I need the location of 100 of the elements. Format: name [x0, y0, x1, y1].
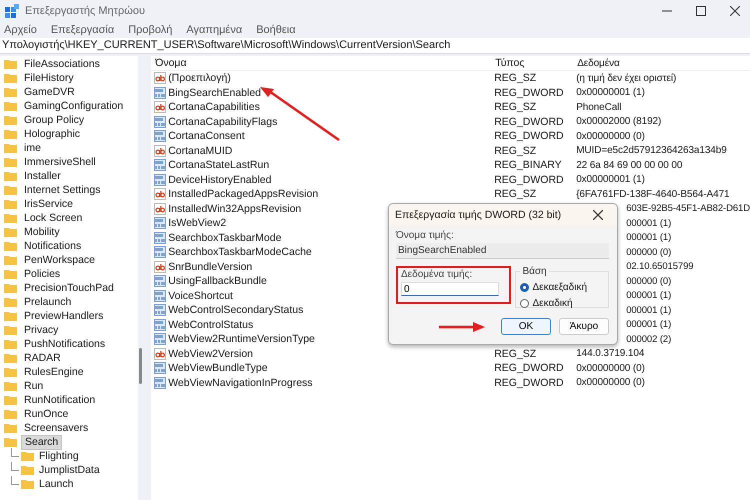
value-name[interactable]: SearchboxTaskbarModeCache: [168, 246, 312, 258]
value-name[interactable]: CortanaCapabilityFlags: [168, 116, 278, 128]
dialog-button[interactable]: OK: [501, 318, 551, 335]
value-name[interactable]: BingSearchEnabled: [168, 86, 262, 99]
address-bar[interactable]: Υπολογιστής\HKEY_CURRENT_USER\Software\Microsoft\Windows\CurrentVersion\Search: [0, 38, 750, 54]
tree-item[interactable]: RunNotification: [21, 394, 98, 406]
string-value-icon: [154, 260, 166, 273]
tree-item[interactable]: Screensavers: [21, 422, 92, 434]
value-name[interactable]: WebControlStatus: [168, 318, 254, 331]
value-name[interactable]: DeviceHistoryEnabled: [168, 174, 272, 186]
value-data: 0x00000000 (0): [576, 377, 645, 388]
tree-item[interactable]: FileHistory: [21, 72, 77, 84]
value-name[interactable]: CortanaMUID: [168, 144, 232, 157]
folder-icon: [4, 409, 17, 419]
value-name[interactable]: SearchboxTaskbarMode: [168, 232, 282, 244]
dialog-title: Επεξεργασία τιμής DWORD (32 bit): [395, 209, 562, 221]
window-title: Επεξεργαστής Μητρώου: [25, 5, 145, 17]
value-data: 22 6a 84 69 00 00 00 00: [576, 160, 682, 171]
tree-item[interactable]: Privacy: [21, 324, 62, 336]
tree-item[interactable]: Prelaunch: [21, 296, 74, 308]
value-name[interactable]: SnrBundleVersion: [168, 260, 252, 273]
binary-value-icon: [154, 333, 166, 346]
string-value-icon: [154, 202, 166, 215]
radio-option[interactable]: Δεκαδική: [520, 295, 604, 311]
close-icon[interactable]: [593, 210, 603, 220]
tree-item[interactable]: RunOnce: [21, 408, 72, 420]
value-name[interactable]: UsingFallbackBundle: [168, 275, 267, 288]
radio-label[interactable]: Δεκαδική: [532, 298, 573, 308]
menu-item[interactable]: Αγαπημένα: [186, 24, 242, 36]
value-data: 000001 (1): [626, 290, 672, 302]
tree-item[interactable]: PreviewHandlers: [21, 310, 106, 322]
tree-item[interactable]: JumplistData: [36, 464, 103, 476]
tree-item[interactable]: Launch: [36, 478, 76, 490]
menu-item[interactable]: Βοήθεια: [256, 24, 296, 36]
value-name[interactable]: CortanaStateLastRun: [168, 159, 270, 172]
tree-item[interactable]: ime: [21, 142, 44, 154]
group-label: Βάση: [521, 266, 548, 277]
value-data: 000000 (0): [626, 276, 672, 287]
value-data: 000001 (1): [626, 319, 672, 330]
tree-item[interactable]: Lock Screen: [21, 212, 86, 224]
maximize-icon[interactable]: [696, 6, 706, 16]
value-name[interactable]: CortanaConsent: [168, 130, 245, 142]
tree-item[interactable]: GameDVR: [21, 86, 78, 98]
folder-icon: [4, 59, 17, 69]
tree-item[interactable]: GamingConfiguration: [21, 100, 126, 112]
tree-item[interactable]: PushNotifications: [21, 338, 108, 350]
tree-item[interactable]: Holographic: [21, 128, 84, 140]
tree-item[interactable]: Mobility: [21, 226, 63, 238]
value-name[interactable]: WebViewBundleType: [168, 362, 268, 374]
tree-item[interactable]: RADAR: [21, 352, 64, 364]
radio-button[interactable]: [520, 298, 530, 308]
value-name[interactable]: WebView2Version: [168, 348, 254, 360]
folder-icon: [4, 353, 17, 363]
tree-item[interactable]: ImmersiveShell: [21, 156, 99, 168]
radio-option[interactable]: Δεκαεξαδική: [520, 279, 604, 295]
tree-item[interactable]: Installer: [21, 170, 64, 182]
dialog-button[interactable]: Άκυρο: [559, 318, 609, 335]
column-header[interactable]: Όνομα: [151, 57, 496, 69]
value-name[interactable]: WebView2RuntimeVersionType: [168, 333, 315, 346]
value-data: 603E-92B5-45F1-AB82-D61D: [626, 203, 750, 214]
menu-item[interactable]: Αρχείο: [4, 24, 37, 36]
tree-item[interactable]: Run: [21, 380, 46, 392]
value-name[interactable]: VoiceShortcut: [168, 290, 233, 302]
value-name[interactable]: IsWebView2: [168, 217, 226, 230]
value-data: 144.0.3719.104: [576, 348, 644, 360]
tree-item[interactable]: Flighting: [36, 450, 82, 462]
menu-item[interactable]: Επεξεργασία: [50, 24, 114, 36]
binary-value-icon: [154, 376, 166, 389]
binary-value-icon: [154, 232, 166, 244]
tree-item[interactable]: Policies: [21, 268, 64, 280]
tree-item[interactable]: Internet Settings: [21, 184, 104, 196]
column-header[interactable]: Τύπος: [495, 57, 578, 69]
value-name[interactable]: (Προεπιλογή): [168, 72, 231, 84]
tree-item[interactable]: PenWorkspace: [21, 254, 98, 266]
tree-item[interactable]: PrecisionTouchPad: [21, 282, 117, 294]
column-header[interactable]: Δεδομένα: [577, 58, 750, 68]
radio-label[interactable]: Δεκαεξαδική: [532, 282, 588, 292]
tree-item[interactable]: Search: [21, 434, 62, 450]
value-name[interactable]: InstalledWin32AppsRevision: [168, 202, 302, 215]
value-type: REG_DWORD: [494, 376, 564, 389]
value-name[interactable]: CortanaCapabilities: [168, 101, 260, 114]
tree-item[interactable]: Group Policy: [21, 114, 88, 126]
value-name[interactable]: WebControlSecondaryStatus: [168, 304, 304, 316]
tree-item[interactable]: IrisService: [21, 198, 76, 210]
value-data: 0x00000000 (0): [576, 362, 645, 374]
value-name[interactable]: InstalledPackagedAppsRevision: [168, 188, 318, 200]
folder-icon: [4, 283, 17, 293]
menu-item[interactable]: Προβολή: [128, 24, 172, 36]
close-icon[interactable]: [730, 6, 740, 16]
binary-value-icon: [154, 116, 166, 128]
binary-value-icon: [154, 159, 166, 172]
tree-item[interactable]: FileAssociations: [21, 58, 103, 70]
value-type: REG_SZ: [494, 348, 536, 360]
tree-item[interactable]: RulesEngine: [21, 366, 87, 378]
value-name[interactable]: WebViewNavigationInProgress: [168, 376, 313, 389]
scrollbar-thumb[interactable]: [139, 348, 142, 384]
value-data-field[interactable]: 0: [401, 282, 499, 296]
radio-button[interactable]: [520, 282, 530, 292]
tree-item[interactable]: Notifications: [21, 240, 84, 252]
folder-icon: [4, 255, 17, 265]
